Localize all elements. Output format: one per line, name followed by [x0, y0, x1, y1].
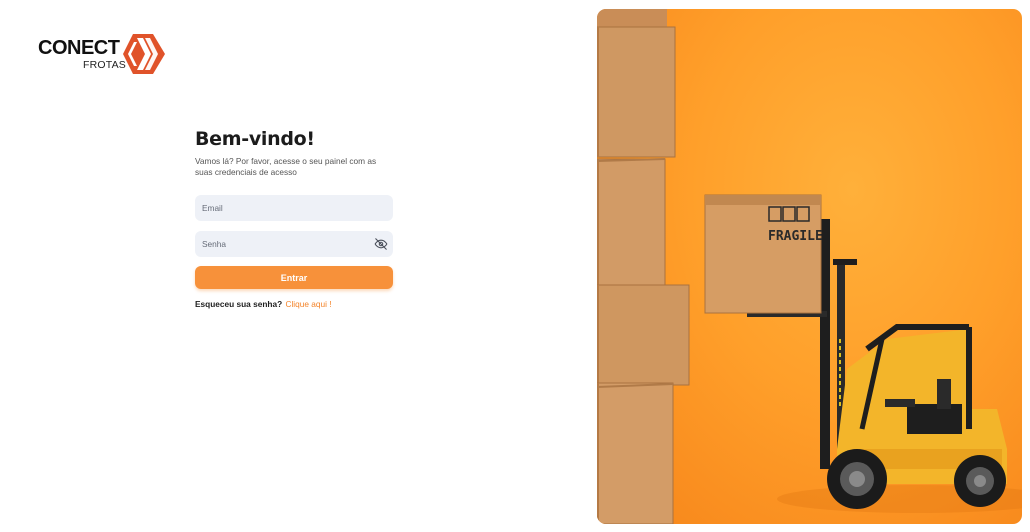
welcome-subtitle: Vamos lá? Por favor, acesse o seu painel…	[195, 156, 377, 177]
welcome-title: Bem-vindo!	[195, 128, 315, 150]
login-form: Bem-vindo! Vamos lá? Por favor, acesse o…	[195, 126, 395, 309]
fragile-box: FRAGILE	[704, 194, 823, 314]
brand-logo: CONECT FROTAS	[38, 34, 168, 74]
logo-tagline: FROTAS	[83, 59, 127, 71]
login-button[interactable]: Entrar	[195, 266, 393, 289]
box-stack	[597, 9, 690, 524]
fragile-label: FRAGILE	[768, 229, 823, 244]
email-input[interactable]	[195, 195, 393, 221]
forgot-password-link[interactable]: Clique aqui !	[285, 299, 331, 309]
password-input[interactable]	[195, 231, 393, 257]
email-field-wrapper	[195, 195, 393, 221]
forgot-password-prompt: Esqueceu sua senha?	[195, 299, 283, 309]
login-page: CONECT FROTAS Bem-vindo! Vamos lá? Por f…	[0, 0, 1030, 532]
eye-off-icon[interactable]	[374, 237, 388, 251]
hero-image: FRAGILE	[597, 9, 1022, 524]
forklift-illustration: FRAGILE	[597, 9, 1022, 524]
logo-chevron-icon	[123, 34, 165, 74]
password-field-wrapper	[195, 231, 393, 257]
logo-name: CONECT	[38, 37, 120, 59]
forgot-password-row: Esqueceu sua senha? Clique aqui !	[195, 299, 395, 309]
